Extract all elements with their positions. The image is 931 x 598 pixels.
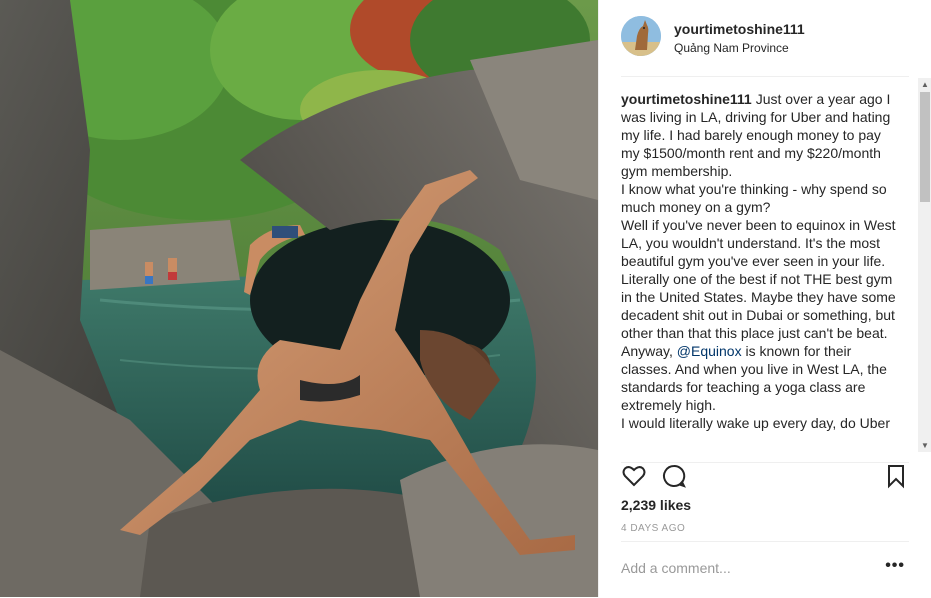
comment-icon[interactable] [661, 463, 687, 489]
post-header: yourtimetoshine111 Quảng Nam Province [621, 16, 909, 77]
post-location[interactable]: Quảng Nam Province [674, 41, 789, 55]
post-username[interactable]: yourtimetoshine111 [674, 21, 805, 37]
caption-paragraph: Anyway, @Equinox is known for their clas… [621, 342, 903, 414]
mention-link[interactable]: @Equinox [677, 343, 742, 359]
instagram-post-modal: yourtimetoshine111 Quảng Nam Province yo… [0, 0, 931, 597]
caption-paragraph: I know what you're thinking - why spend … [621, 181, 887, 215]
caption-scrollbar[interactable]: ▲ ▼ [918, 78, 931, 452]
comment-bar: ••• [621, 541, 909, 598]
comment-input[interactable] [621, 560, 871, 576]
post-photo[interactable] [0, 0, 598, 597]
caption-scroll-area[interactable]: yourtimetoshine111 Just over a year ago I… [621, 90, 903, 450]
scrollbar-thumb[interactable] [920, 92, 930, 202]
post-sidebar: yourtimetoshine111 Quảng Nam Province yo… [598, 0, 931, 597]
caption-text: Anyway, [621, 343, 677, 359]
more-options-button[interactable]: ••• [885, 557, 905, 575]
caption-paragraph: yourtimetoshine111 Just over a year ago I… [621, 90, 903, 180]
caption-paragraph: I would literally wake up every day, do … [621, 415, 890, 431]
post-actions [621, 462, 909, 489]
heart-icon[interactable] [621, 463, 647, 489]
caption-paragraph: Well if you've never been to equinox in … [621, 217, 896, 341]
yoga-waterfall-photo [0, 0, 598, 597]
scroll-up-arrow-icon[interactable]: ▲ [921, 80, 929, 89]
kangaroo-avatar[interactable] [621, 16, 661, 56]
scroll-down-arrow-icon[interactable]: ▼ [921, 441, 929, 450]
post-age: 4 DAYS AGO [621, 523, 686, 534]
caption-username[interactable]: yourtimetoshine111 [621, 91, 752, 107]
bookmark-icon[interactable] [883, 463, 909, 489]
likes-count[interactable]: 2,239 likes [621, 497, 691, 513]
